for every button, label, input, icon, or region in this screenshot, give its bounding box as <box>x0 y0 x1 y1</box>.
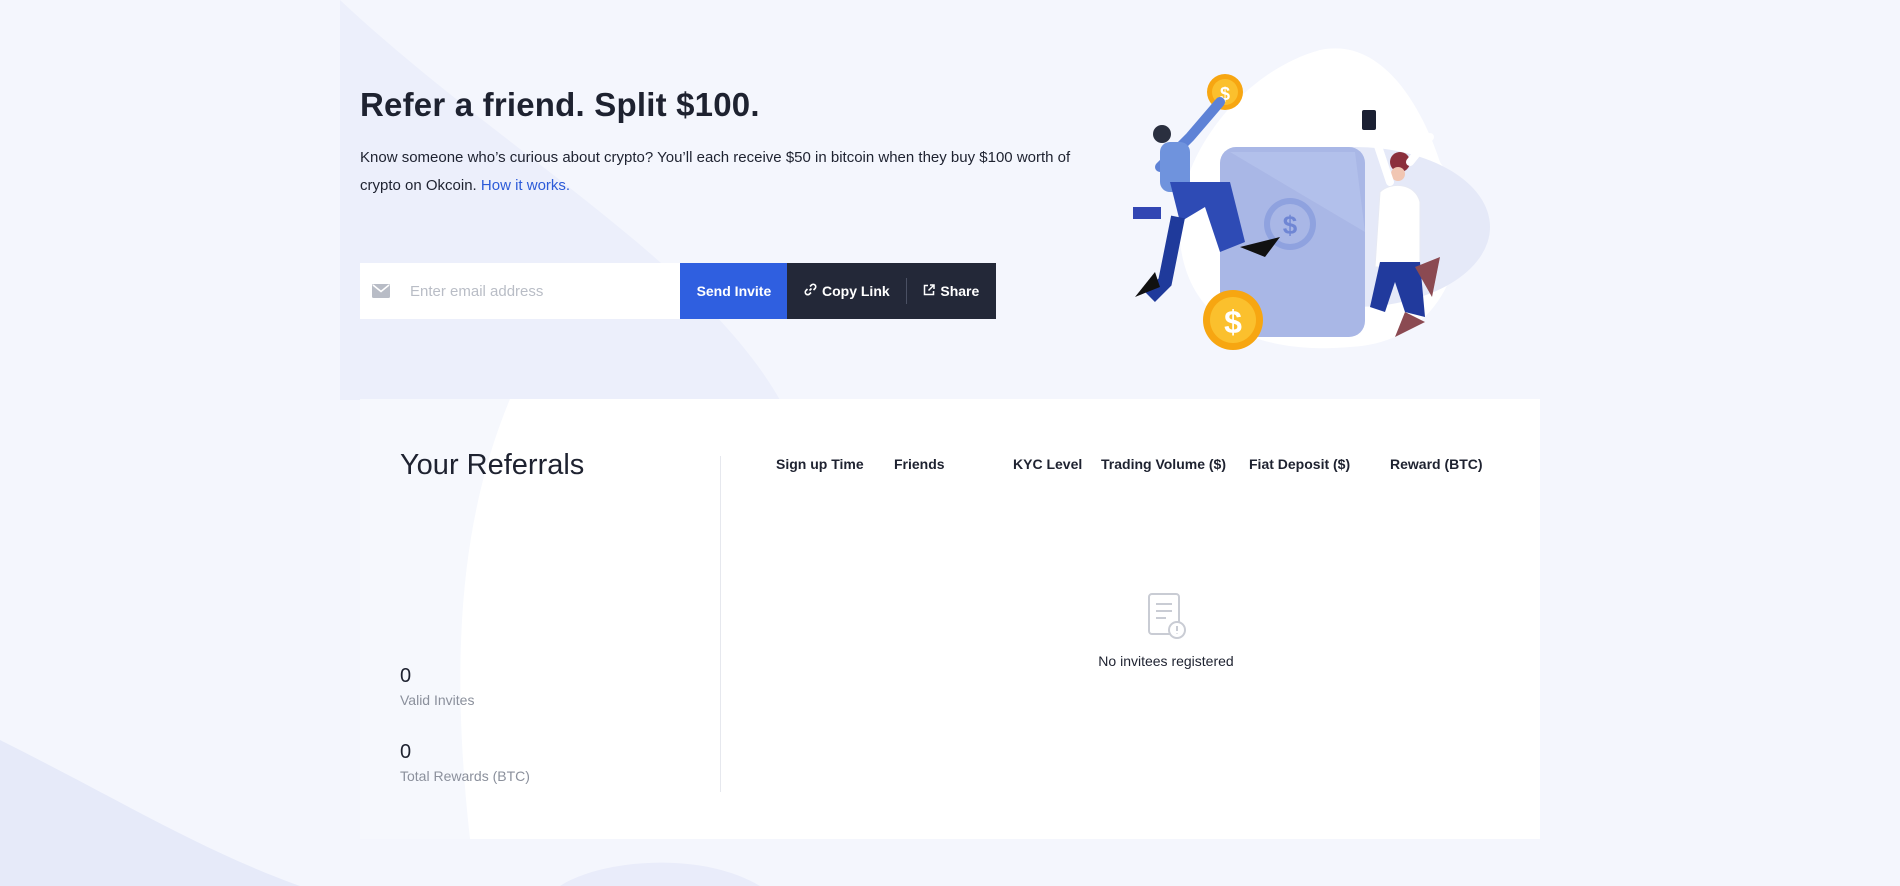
share-icon <box>923 283 936 299</box>
column-header-reward: Reward (BTC) <box>1390 456 1483 472</box>
referrals-panel: Your Referrals 0 Valid Invites 0 Total R… <box>360 399 1540 839</box>
share-actions: Copy Link Share <box>787 263 996 319</box>
hero-description: Know someone who’s curious about crypto?… <box>360 144 1080 200</box>
hero-description-text: Know someone who’s curious about crypto?… <box>360 149 1071 194</box>
valid-invites-value: 0 <box>400 665 412 687</box>
referral-illustration: $ $ $ <box>1133 48 1490 350</box>
empty-state: No invitees registered <box>966 592 1366 669</box>
column-header-fiat-deposit: Fiat Deposit ($) <box>1249 456 1351 472</box>
link-icon <box>804 283 817 299</box>
total-rewards-value: 0 <box>400 741 412 763</box>
empty-state-text: No invitees registered <box>1098 653 1234 669</box>
share-label: Share <box>940 283 980 299</box>
invite-bar: Send Invite Copy Link Share <box>360 263 996 319</box>
valid-invites-stat: 0 Valid Invites <box>400 665 474 708</box>
valid-invites-label: Valid Invites <box>400 692 475 708</box>
panel-divider <box>720 456 721 792</box>
column-header-kyc-level: KYC Level <box>1013 456 1083 472</box>
how-it-works-link[interactable]: How it works. <box>481 177 570 194</box>
empty-document-icon <box>1146 593 1186 644</box>
svg-text:$: $ <box>1283 210 1298 240</box>
column-header-friends: Friends <box>894 456 945 472</box>
column-header-signup-time: Sign up Time <box>776 456 864 472</box>
email-input[interactable] <box>408 281 662 301</box>
hero-section: Refer a friend. Split $100. Know someone… <box>360 86 1080 200</box>
copy-link-button[interactable]: Copy Link <box>787 263 906 319</box>
svg-text:$: $ <box>1224 304 1242 340</box>
copy-link-label: Copy Link <box>821 283 890 299</box>
total-rewards-stat: 0 Total Rewards (BTC) <box>400 741 530 784</box>
page-title: Refer a friend. Split $100. <box>360 86 760 123</box>
referrals-title: Your Referrals <box>400 449 585 481</box>
send-invite-button[interactable]: Send Invite <box>680 263 788 319</box>
share-button[interactable]: Share <box>907 263 995 319</box>
mail-icon <box>372 284 392 298</box>
email-field-container <box>360 263 681 319</box>
column-header-trading-volume: Trading Volume ($) <box>1101 456 1226 472</box>
total-rewards-label: Total Rewards (BTC) <box>400 768 530 784</box>
